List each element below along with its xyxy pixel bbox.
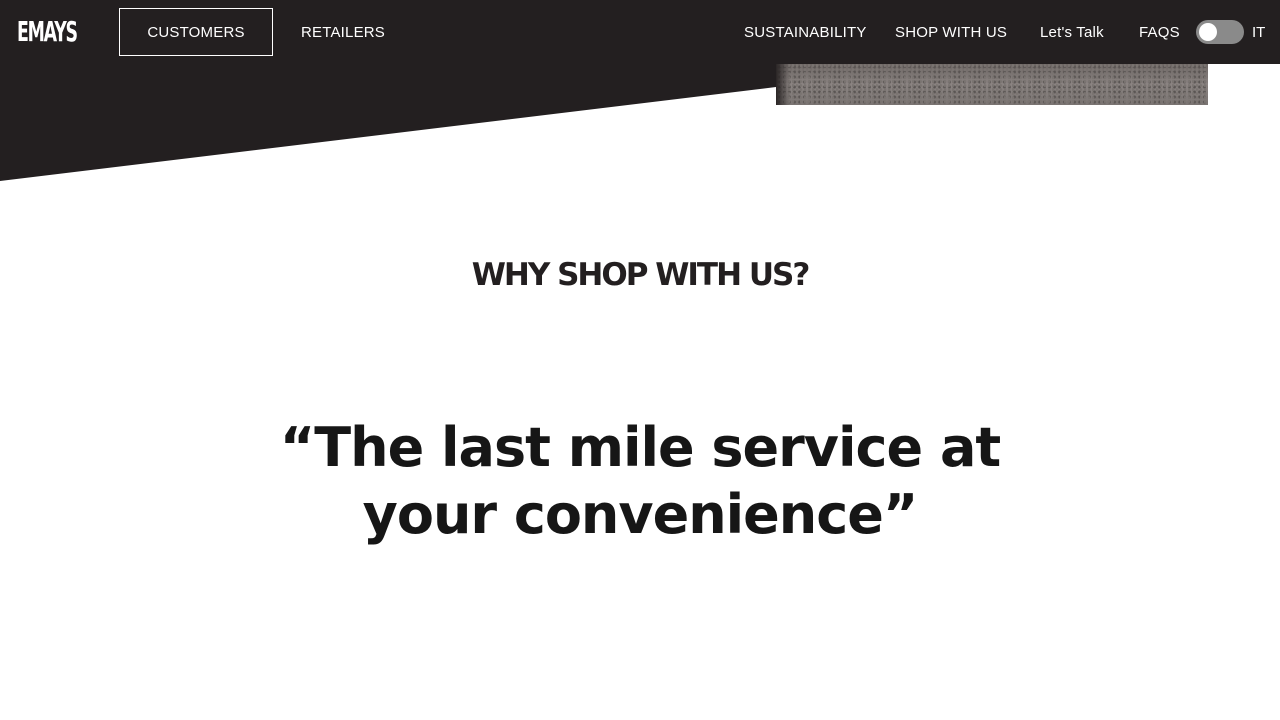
- section-title: WHY SHOP WITH US?: [471, 257, 811, 293]
- site-header: EMAYS CUSTOMERS RETAILERS SUSTAINABILITY…: [0, 0, 1280, 64]
- language-label: IT: [1252, 23, 1266, 41]
- emays-logo[interactable]: EMAYS: [17, 14, 78, 50]
- nav-shop-with-us-link[interactable]: SHOP WITH US: [895, 0, 1007, 64]
- nav-faqs-link[interactable]: FAQS: [1139, 0, 1180, 64]
- quote-text: “The last mile service at your convenien…: [279, 416, 1001, 546]
- page: EMAYS CUSTOMERS RETAILERS SUSTAINABILITY…: [0, 0, 1280, 720]
- nav-sustainability-link[interactable]: SUSTAINABILITY: [744, 0, 867, 64]
- nav-lets-talk-link[interactable]: Let's Talk: [1040, 0, 1104, 64]
- hero-image: [776, 64, 1208, 105]
- nav-retailers-button[interactable]: RETAILERS: [290, 8, 396, 56]
- nav-customers-button[interactable]: CUSTOMERS: [119, 8, 273, 56]
- language-toggle[interactable]: [1196, 20, 1244, 44]
- language-toggle-knob: [1199, 23, 1217, 41]
